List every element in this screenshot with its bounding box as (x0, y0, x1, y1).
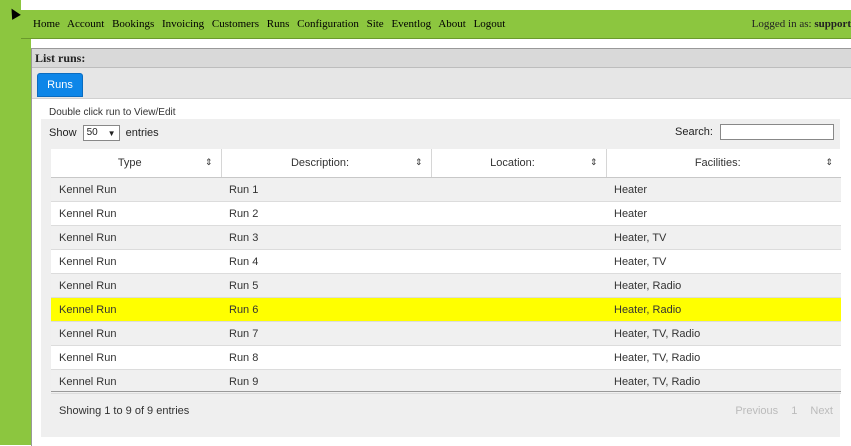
runs-table: Type ⇕ Description: ⇕ Location: ⇕ Facilitie… (51, 149, 841, 394)
table-row[interactable]: Kennel Run Run 3 Heater, TV (51, 225, 841, 250)
nav-item-configuration[interactable]: Configuration (297, 18, 359, 30)
nav-item-invoicing[interactable]: Invoicing (162, 18, 204, 30)
cell-facilities: Heater, TV (606, 225, 841, 250)
cell-facilities: Heater, TV (606, 249, 841, 274)
cell-description: Run 7 (221, 321, 431, 346)
column-header-label: Facilities: (694, 157, 741, 169)
cell-type: Kennel Run (51, 345, 221, 370)
cell-type: Kennel Run (51, 297, 221, 322)
show-label: Show (49, 126, 77, 139)
cell-facilities: Heater, TV, Radio (606, 369, 841, 394)
search-input[interactable] (720, 124, 834, 140)
runs-panel: List runs: Runs Double click run to View… (31, 48, 851, 446)
page-size-control: Show 50 ▼ entries (49, 125, 159, 141)
cell-description: Run 9 (221, 369, 431, 394)
cell-description: Run 3 (221, 225, 431, 250)
nav-item-logout[interactable]: Logout (474, 18, 506, 30)
cell-location (431, 249, 606, 274)
table-row[interactable]: Kennel Run Run 4 Heater, TV (51, 249, 841, 274)
page-size-select[interactable]: 50 ▼ (82, 125, 120, 141)
frame-inner-green (21, 39, 31, 445)
sort-both-icon: ⇕ (204, 157, 213, 167)
table-row[interactable]: Kennel Run Run 5 Heater, Radio (51, 273, 841, 298)
nav-item-eventlog[interactable]: Eventlog (391, 18, 431, 30)
previous-button[interactable]: Previous (735, 405, 778, 417)
panel-title: List runs: (32, 49, 851, 68)
cell-description: Run 8 (221, 345, 431, 370)
table-row[interactable]: Kennel Run Run 7 Heater, TV, Radio (51, 321, 841, 346)
search-control: Search: (675, 124, 834, 140)
cell-type: Kennel Run (51, 201, 221, 226)
nav-item-runs[interactable]: Runs (267, 18, 290, 30)
column-header-label: Description: (290, 157, 350, 169)
tab-strip: Runs (32, 68, 851, 99)
nav-item-about[interactable]: About (438, 18, 466, 30)
cell-location (431, 297, 606, 322)
table-header-row: Type ⇕ Description: ⇕ Location: ⇕ Facilitie… (51, 149, 841, 178)
logged-in-user: support (814, 18, 851, 30)
sort-both-icon: ⇕ (825, 157, 833, 167)
cell-facilities: Heater (606, 201, 841, 226)
table-body: Kennel Run Run 1 Heater Kennel Run Run 2 Heat… (51, 177, 841, 394)
cell-facilities: Heater (606, 177, 841, 202)
cell-type: Kennel Run (51, 177, 221, 202)
cell-location (431, 201, 606, 226)
nav-item-account[interactable]: Account (67, 18, 104, 30)
sort-both-icon: ⇕ (414, 157, 423, 167)
tab-runs[interactable]: Runs (37, 73, 83, 97)
table-row[interactable]: Kennel Run Run 6 Heater, Radio (51, 297, 841, 322)
next-button[interactable]: Next (810, 405, 833, 417)
nav-item-bookings[interactable]: Bookings (112, 18, 154, 30)
table-row[interactable]: Kennel Run Run 8 Heater, TV, Radio (51, 345, 841, 370)
cell-location (431, 177, 606, 202)
cell-description: Run 2 (221, 201, 431, 226)
cell-type: Kennel Run (51, 225, 221, 250)
cell-type: Kennel Run (51, 321, 221, 346)
cell-description: Run 5 (221, 273, 431, 298)
cell-location (431, 225, 606, 250)
nav-item-customers[interactable]: Customers (212, 18, 259, 30)
search-label: Search: (675, 125, 713, 138)
column-header-label: Type (117, 157, 142, 169)
cell-description: Run 1 (221, 177, 431, 202)
cell-location (431, 273, 606, 298)
table-footer: Showing 1 to 9 of 9 entries Previous 1 N… (51, 391, 841, 428)
table-row[interactable]: Kennel Run Run 1 Heater (51, 177, 841, 202)
sort-both-icon: ⇕ (589, 157, 598, 167)
table-info: Showing 1 to 9 of 9 entries (59, 405, 190, 417)
entries-label: entries (125, 126, 159, 139)
cell-facilities: Heater, TV, Radio (606, 321, 841, 346)
column-header-facilities[interactable]: Facilities: ⇕ (606, 149, 841, 178)
cell-location (431, 345, 606, 370)
table-row[interactable]: Kennel Run Run 2 Heater (51, 201, 841, 226)
column-header-label: Location: (490, 157, 535, 169)
left-frame (0, 0, 21, 445)
column-header-location[interactable]: Location: ⇕ (431, 149, 607, 178)
cell-type: Kennel Run (51, 273, 221, 298)
double-click-hint: Double click run to View/Edit (49, 107, 176, 118)
page-1-button[interactable]: 1 (791, 405, 797, 417)
cell-description: Run 4 (221, 249, 431, 274)
top-nav-bar: Home Account Bookings Invoicing Customer… (21, 10, 851, 39)
pagination: Previous 1 Next (725, 405, 833, 417)
caret-down-icon: ▼ (107, 129, 116, 138)
cell-location (431, 321, 606, 346)
main-nav: Home Account Bookings Invoicing Customer… (33, 18, 510, 30)
table-row[interactable]: Kennel Run Run 9 Heater, TV, Radio (51, 369, 841, 394)
cell-location (431, 369, 606, 394)
nav-item-home[interactable]: Home (33, 18, 60, 30)
cell-type: Kennel Run (51, 369, 221, 394)
cell-type: Kennel Run (51, 249, 221, 274)
cell-facilities: Heater, TV, Radio (606, 345, 841, 370)
column-header-type[interactable]: Type ⇕ (51, 149, 222, 178)
column-header-description[interactable]: Description: ⇕ (221, 149, 432, 178)
cell-facilities: Heater, Radio (606, 297, 841, 322)
runs-datatable: Show 50 ▼ entries Search: Type ⇕ Descripti… (41, 119, 841, 437)
nav-item-site[interactable]: Site (367, 18, 384, 30)
cell-facilities: Heater, Radio (606, 273, 841, 298)
page-size-value: 50 (86, 127, 98, 138)
logged-in-label: Logged in as: (751, 18, 812, 30)
cell-description: Run 6 (221, 297, 431, 322)
logged-in-status: Logged in as: support (752, 18, 851, 30)
